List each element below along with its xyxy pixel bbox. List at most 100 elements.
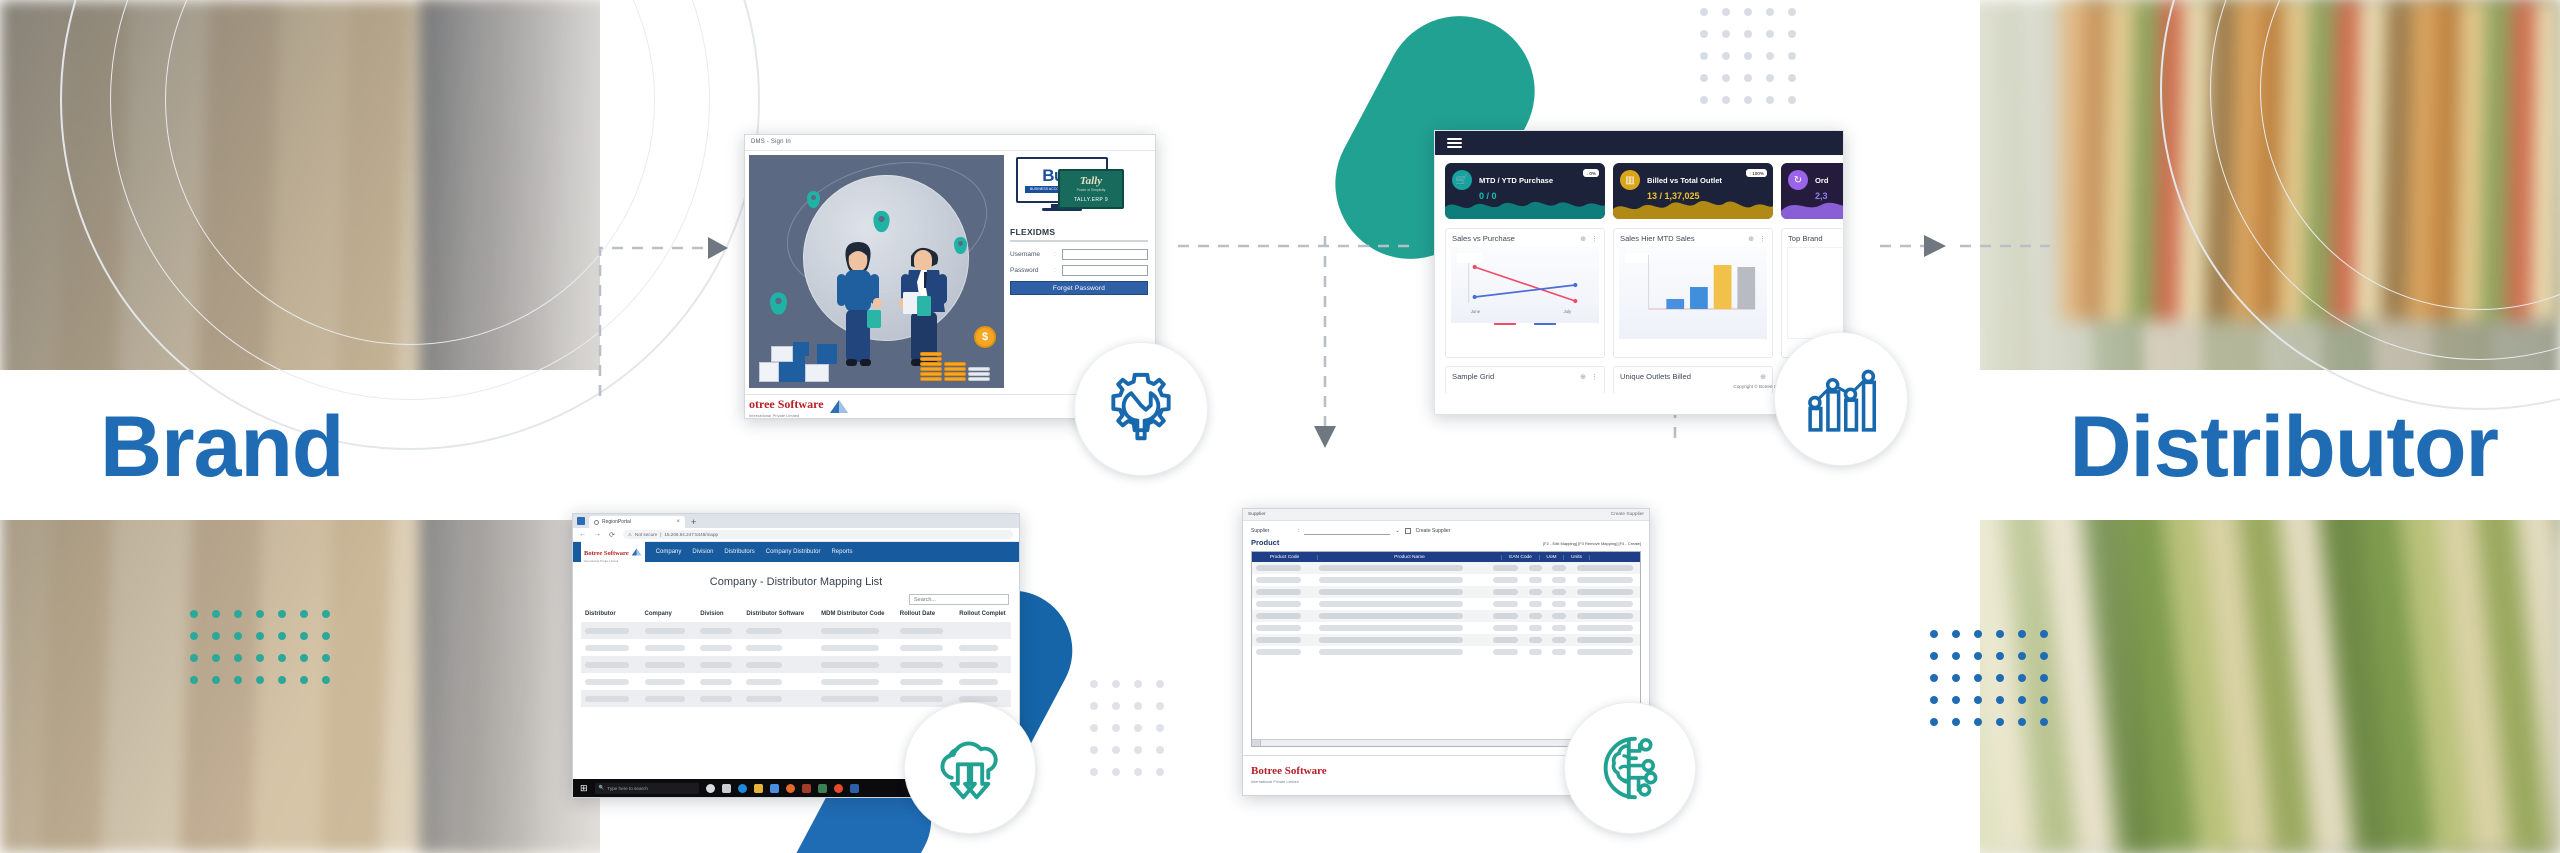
decor-dot: [190, 676, 198, 684]
erp-tab-title[interactable]: Create Supplier: [1611, 512, 1644, 517]
reload-icon[interactable]: ⟳: [609, 531, 617, 539]
nav-item-reports[interactable]: Reports: [831, 549, 852, 555]
teams-icon[interactable]: [769, 783, 779, 793]
address-bar[interactable]: ⚠ Not secure | 15.206.94.247:5446/mapp: [622, 530, 1013, 539]
grid-row[interactable]: [1252, 646, 1640, 658]
decor-dot: [1930, 652, 1938, 660]
decor-dot: [1788, 74, 1796, 82]
decor-dot: [1112, 680, 1120, 688]
edge-icon[interactable]: [737, 783, 747, 793]
badge-cloud-download[interactable]: [904, 702, 1036, 834]
table-cell: [696, 661, 742, 668]
grid-cell: [1489, 637, 1525, 643]
grid-row[interactable]: [1252, 622, 1640, 634]
password-colon: :: [1054, 267, 1056, 274]
grid-cell: [1489, 613, 1525, 619]
app-icon[interactable]: [833, 783, 843, 793]
taskbar-search-placeholder: Type here to search: [607, 785, 648, 791]
kpi-card[interactable]: ↓ 0% 🛒 MTD / YTD Purchase 0 / 0: [1445, 163, 1605, 219]
decor-dot: [300, 654, 308, 662]
cell-placeholder: [644, 678, 685, 685]
search-input[interactable]: [909, 594, 1009, 605]
kpi-card[interactable]: ↑ 100% ▥ Billed vs Total Outlet 13 / 1,3…: [1613, 163, 1773, 219]
new-tab-icon[interactable]: +: [687, 518, 700, 528]
table-row[interactable]: [581, 622, 1011, 639]
more-options-icon[interactable]: ⋮: [1759, 235, 1766, 243]
grid-row[interactable]: [1252, 598, 1640, 610]
table-cell: [896, 644, 956, 651]
task-view-icon[interactable]: [721, 783, 731, 793]
cortana-icon[interactable]: [705, 783, 715, 793]
decor-dot: [1744, 96, 1752, 104]
nav-item-company[interactable]: Company: [656, 549, 682, 555]
excel-icon[interactable]: [849, 783, 859, 793]
grid-cell: [1525, 649, 1548, 655]
more-options-icon[interactable]: ⋮: [1591, 235, 1598, 243]
kpi-card[interactable]: ↻ Ord 2,3: [1781, 163, 1843, 219]
nav-item-division[interactable]: Division: [692, 549, 713, 555]
erp-window-titlebar: Supplier Create Supplier: [1243, 509, 1649, 521]
decor-dot: [1952, 630, 1960, 638]
grid-row[interactable]: [1252, 610, 1640, 622]
grid-row[interactable]: [1252, 574, 1640, 586]
supplier-input[interactable]: [1304, 527, 1391, 535]
cell-placeholder: [1577, 637, 1634, 643]
table-row[interactable]: [581, 690, 1011, 707]
cloud-download-icon: [940, 741, 998, 800]
cell-placeholder: [1318, 565, 1463, 571]
table-row[interactable]: [581, 673, 1011, 690]
grid-row[interactable]: [1252, 586, 1640, 598]
decor-dot: [1112, 768, 1120, 776]
create-supplier-checkbox[interactable]: [1404, 528, 1411, 534]
windows-start-icon[interactable]: ⊞: [580, 783, 588, 794]
file-explorer-icon[interactable]: [753, 783, 763, 793]
chrome-icon[interactable]: [785, 783, 795, 793]
zoom-icon[interactable]: ⊕: [1748, 235, 1754, 243]
grid-card-sample[interactable]: Sample Grid ⊕ ⋮: [1445, 366, 1605, 393]
app-icon[interactable]: [817, 783, 827, 793]
cell-placeholder: [1552, 601, 1567, 607]
decor-dot: [2018, 630, 2026, 638]
grid-row[interactable]: [1252, 562, 1640, 574]
product-name-label: FLEXIDMS: [1010, 227, 1056, 237]
username-input[interactable]: [1062, 249, 1148, 260]
badge-ai-brain[interactable]: [1564, 702, 1696, 834]
grid-row[interactable]: [1252, 634, 1640, 646]
grid-cell: [1548, 613, 1573, 619]
badge-gear-wrench[interactable]: [1074, 342, 1208, 476]
decor-dot: [2040, 630, 2048, 638]
chart-card-sales-hier-mtd[interactable]: Sales Hier MTD Sales ⊕ ⋮: [1613, 228, 1773, 358]
nav-item-distributors[interactable]: Distributors: [724, 549, 754, 555]
grid-cell: [1525, 589, 1548, 595]
botree-nav-logo[interactable]: Botree Software International Private Li…: [581, 540, 645, 564]
table-row[interactable]: [581, 639, 1011, 656]
back-icon[interactable]: ←: [579, 531, 588, 538]
more-options-icon[interactable]: ⋮: [1591, 373, 1598, 381]
zoom-icon[interactable]: ⊕: [1580, 235, 1586, 243]
hamburger-menu-icon[interactable]: [1447, 135, 1462, 151]
zoom-icon[interactable]: ⊕: [1580, 373, 1586, 381]
grid-cell: [1548, 589, 1573, 595]
table-row[interactable]: [581, 656, 1011, 673]
cell-placeholder: [1529, 577, 1543, 583]
close-icon[interactable]: ×: [676, 519, 680, 525]
cell-placeholder: [821, 661, 880, 668]
browser-app-icon: [577, 517, 585, 525]
app-icon[interactable]: [801, 783, 811, 793]
forward-icon[interactable]: →: [594, 531, 603, 538]
zoom-icon[interactable]: ⊕: [1760, 373, 1766, 381]
forget-password-button[interactable]: Forget Password: [1010, 281, 1148, 295]
grid-header-row: Product Code Product Name EAN Code UoM U…: [1252, 552, 1640, 562]
decor-dot: [2018, 718, 2026, 726]
table-cell: [581, 678, 641, 685]
browser-tab[interactable]: RegionPortal ×: [589, 516, 685, 528]
supplier-dropdown-icon[interactable]: ⌄: [1395, 528, 1399, 534]
password-input[interactable]: [1062, 265, 1148, 276]
taskbar-search[interactable]: 🔍 Type here to search: [594, 782, 699, 794]
chart-card-sales-vs-purchase[interactable]: Sales vs Purchase ⊕ ⋮ June July: [1445, 228, 1605, 358]
badge-bar-chart[interactable]: [1774, 332, 1908, 466]
cell-placeholder: [644, 627, 685, 634]
grid-body: [1252, 562, 1640, 658]
cell-placeholder: [1256, 601, 1301, 607]
nav-item-company-distributor[interactable]: Company Distributor: [766, 549, 821, 555]
